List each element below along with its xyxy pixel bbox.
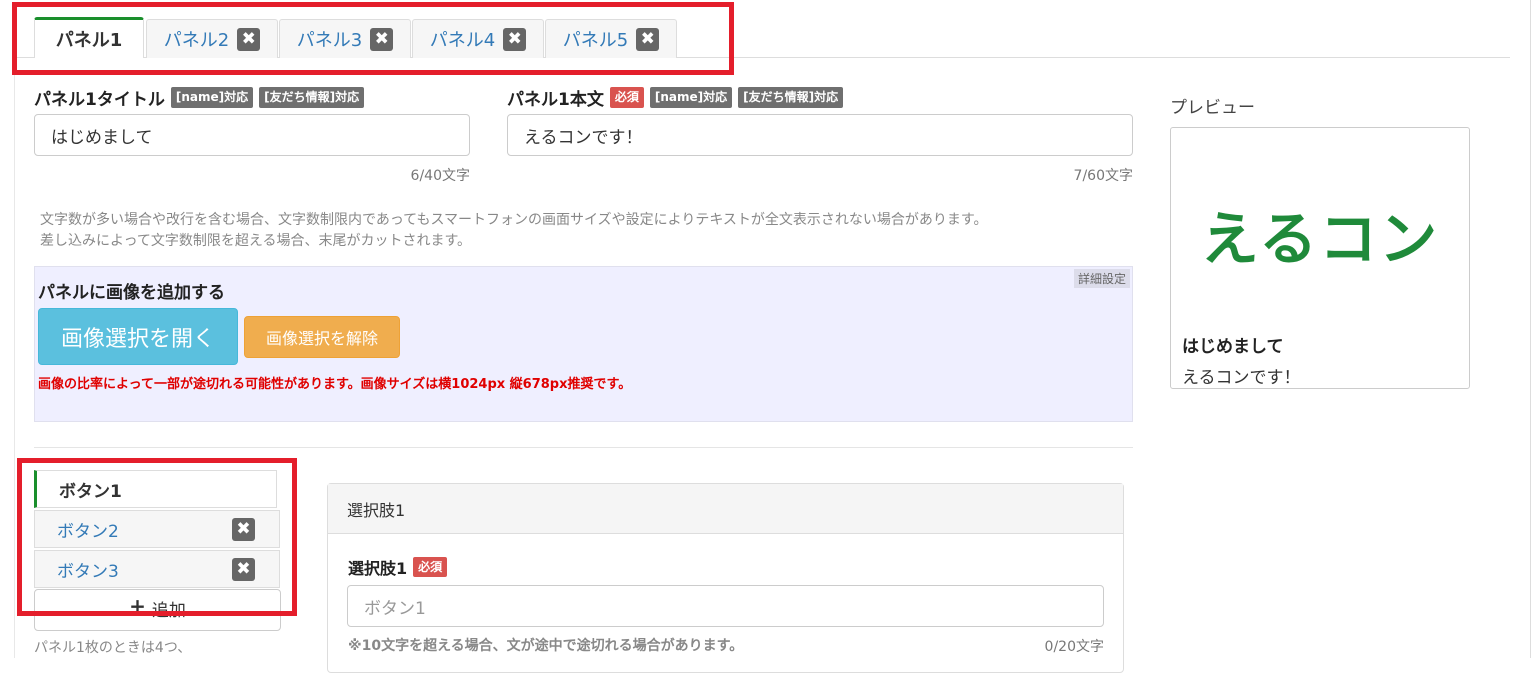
choice-char-counter: 0/20文字 (1044, 639, 1104, 655)
highlight-box-button-tabs (17, 458, 297, 616)
title-field-label: パネル1タイトル (34, 90, 165, 110)
preview-heading: プレビュー (1170, 98, 1255, 118)
image-section-title: パネルに画像を追加する (38, 283, 225, 303)
section-divider (34, 447, 1133, 448)
body-field-label-row: パネル1本文 必須 [name]対応 [友だち情報]対応 (507, 85, 844, 110)
title-input[interactable]: はじめまして (34, 114, 470, 156)
title-field-label-row: パネル1タイトル [name]対応 [友だち情報]対応 (34, 85, 365, 110)
choice-label-row: 選択肢1 必須 (348, 555, 448, 579)
highlight-box-panel-tabs (12, 2, 734, 75)
choice-length-note: ※10文字を超える場合、文が途中で途切れる場合があります。 (348, 638, 744, 654)
note-line-2: 差し込みによって文字数制限を超える場合、末尾がカットされます。 (40, 233, 472, 249)
required-badge: 必須 (413, 556, 448, 578)
friend-info-support-badge: [友だち情報]対応 (738, 87, 844, 108)
right-divider (1530, 0, 1531, 658)
left-divider (14, 57, 15, 658)
clear-image-select-button[interactable]: 画像選択を解除 (244, 316, 400, 358)
name-support-badge: [name]対応 (649, 87, 733, 108)
image-ratio-warning: 画像の比率によって一部が途切れる可能性があります。画像サイズは横1024px 縦… (38, 377, 632, 392)
preview-title: はじめまして (1182, 337, 1284, 357)
preview-image-logo: えるコン (1200, 205, 1440, 273)
detail-settings-tag[interactable]: 詳細設定 (1073, 269, 1130, 288)
preview-card: えるコン はじめまして えるコンです！ (1170, 127, 1470, 389)
image-section: 詳細設定 パネルに画像を追加する 画像選択を開く 画像選択を解除 画像の比率によ… (34, 266, 1133, 422)
body-char-counter: 7/60文字 (1073, 168, 1133, 184)
note-line-1: 文字数が多い場合や改行を含む場合、文字数制限内であってもスマートフォンの画面サイ… (40, 212, 988, 228)
panel-limit-note: パネル1枚のときは4つ、 (34, 640, 192, 656)
length-warning-note: 文字数が多い場合や改行を含む場合、文字数制限内であってもスマートフォンの画面サイ… (40, 210, 1130, 252)
title-char-counter: 6/40文字 (410, 168, 470, 184)
name-support-badge: [name]対応 (170, 87, 254, 108)
choice-panel-header: 選択肢1 (328, 484, 1123, 534)
friend-info-support-badge: [友だち情報]対応 (259, 87, 365, 108)
required-badge: 必須 (609, 87, 644, 108)
body-field-label: パネル1本文 (507, 90, 604, 110)
body-input[interactable]: えるコンです！ (507, 114, 1133, 156)
preview-body: えるコンです！ (1182, 368, 1301, 388)
choice-input[interactable]: ボタン1 (347, 585, 1104, 627)
choice-label: 選択肢1 (348, 559, 408, 578)
open-image-select-button[interactable]: 画像選択を開く (38, 308, 238, 365)
